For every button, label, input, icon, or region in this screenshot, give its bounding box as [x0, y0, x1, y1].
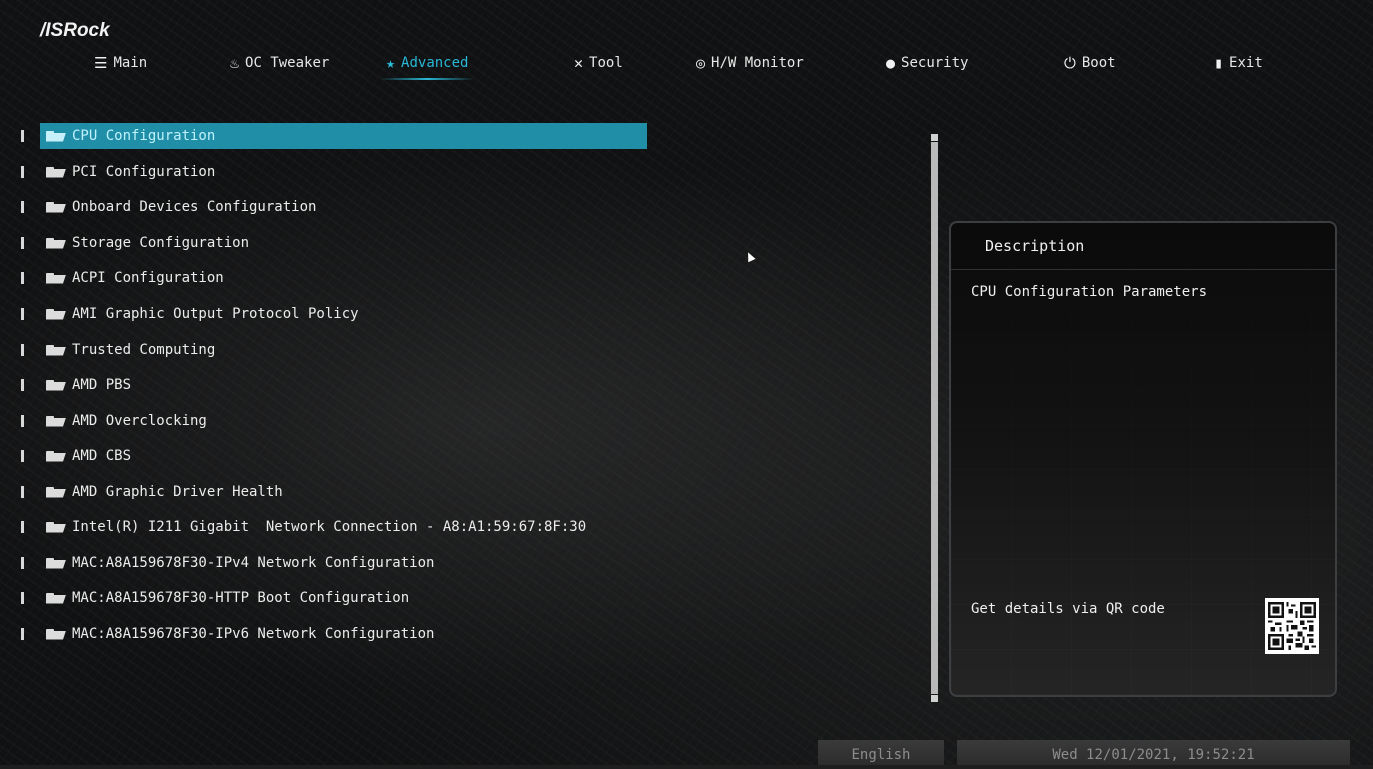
- bottom-border: [0, 765, 1373, 769]
- tab-label: Exit: [1229, 55, 1263, 71]
- folder-icon: [46, 557, 66, 569]
- folder-icon: [46, 379, 66, 391]
- item-marker: [21, 130, 24, 142]
- menu-item-label: Storage Configuration: [72, 235, 250, 251]
- menu-item-label: CPU Configuration: [72, 128, 216, 144]
- item-marker: [21, 557, 24, 569]
- qr-code-caption: Get details via QR code: [971, 601, 1165, 617]
- folder-icon: [46, 450, 66, 462]
- menu-item-label: Onboard Devices Configuration: [72, 199, 317, 215]
- menu-item-ipv4-network-configuration[interactable]: MAC:A8A159678F30-IPv4 Network Configurat…: [0, 549, 660, 577]
- asrock-logo: /ISRock: [40, 20, 110, 41]
- folder-icon: [46, 592, 66, 604]
- menu-scrollbar[interactable]: [929, 134, 939, 702]
- tab-tool[interactable]: ✕ Tool: [574, 54, 623, 72]
- tab-label: Security: [901, 55, 969, 71]
- qr-code-icon[interactable]: [1265, 598, 1319, 654]
- menu-item-ami-gop-policy[interactable]: AMI Graphic Output Protocol Policy: [0, 300, 660, 328]
- item-marker: [21, 379, 24, 391]
- menu-item-onboard-devices[interactable]: Onboard Devices Configuration: [0, 193, 660, 221]
- item-marker: [21, 166, 24, 178]
- menu-item-amd-cbs[interactable]: AMD CBS: [0, 442, 660, 470]
- tab-boot[interactable]: ⏻ Boot: [1064, 54, 1116, 72]
- menu-item-label: AMI Graphic Output Protocol Policy: [72, 306, 359, 322]
- item-marker: [21, 237, 24, 249]
- item-marker: [21, 450, 24, 462]
- tab-security[interactable]: ● Security: [886, 54, 968, 72]
- description-text: CPU Configuration Parameters: [971, 284, 1208, 300]
- menu-item-intel-i211-network[interactable]: Intel(R) I211 Gigabit Network Connection…: [0, 513, 660, 541]
- folder-icon: [46, 415, 66, 427]
- shield-icon: ●: [886, 54, 896, 72]
- folder-icon: [46, 344, 66, 356]
- item-marker: [21, 344, 24, 356]
- menu-item-acpi-configuration[interactable]: ACPI Configuration: [0, 264, 660, 292]
- folder-icon: [46, 308, 66, 320]
- menu-item-label: Intel(R) I211 Gigabit Network Connection…: [72, 519, 587, 535]
- tab-label: Advanced: [401, 55, 469, 71]
- monitor-icon: ◎: [696, 54, 706, 72]
- folder-icon: [46, 521, 66, 533]
- menu-item-label: AMD CBS: [72, 448, 132, 464]
- top-tab-bar: ☰ Main ♨ OC Tweaker ★ Advanced ✕ Tool ◎ …: [44, 50, 1334, 80]
- tab-advanced[interactable]: ★ Advanced: [379, 54, 475, 80]
- tab-oc-tweaker[interactable]: ♨ OC Tweaker: [230, 54, 329, 72]
- menu-item-label: PCI Configuration: [72, 164, 216, 180]
- tab-label: H/W Monitor: [711, 55, 804, 71]
- menu-item-label: MAC:A8A159678F30-IPv6 Network Configurat…: [72, 626, 435, 642]
- item-marker: [21, 628, 24, 640]
- menu-item-label: AMD Overclocking: [72, 413, 207, 429]
- menu-item-label: Trusted Computing: [72, 342, 216, 358]
- menu-item-http-boot-configuration[interactable]: MAC:A8A159678F30-HTTP Boot Configuration: [0, 584, 660, 612]
- exit-icon: ▮: [1214, 54, 1224, 72]
- item-marker: [21, 415, 24, 427]
- menu-item-label: MAC:A8A159678F30-IPv4 Network Configurat…: [72, 555, 435, 571]
- tab-exit[interactable]: ▮ Exit: [1214, 54, 1263, 72]
- item-marker: [21, 308, 24, 320]
- folder-icon: [46, 237, 66, 249]
- description-panel: Description CPU Configuration Parameters…: [949, 221, 1337, 697]
- tab-hw-monitor[interactable]: ◎ H/W Monitor: [696, 54, 804, 72]
- item-marker: [21, 486, 24, 498]
- power-icon: ⏻: [1064, 54, 1076, 72]
- menu-item-storage-configuration[interactable]: Storage Configuration: [0, 229, 660, 257]
- folder-icon: [46, 130, 66, 142]
- folder-icon: [46, 166, 66, 178]
- list-icon: ☰: [94, 54, 108, 72]
- menu-item-pci-configuration[interactable]: PCI Configuration: [0, 158, 660, 186]
- menu-item-label: AMD PBS: [72, 377, 132, 393]
- menu-item-ipv6-network-configuration[interactable]: MAC:A8A159678F30-IPv6 Network Configurat…: [0, 620, 660, 648]
- menu-item-label: AMD Graphic Driver Health: [72, 484, 283, 500]
- item-marker: [21, 272, 24, 284]
- scroll-down-arrow-icon[interactable]: [931, 695, 938, 702]
- menu-item-amd-overclocking[interactable]: AMD Overclocking: [0, 407, 660, 435]
- folder-icon: [46, 272, 66, 284]
- menu-item-label: MAC:A8A159678F30-HTTP Boot Configuration: [72, 590, 410, 606]
- item-marker: [21, 592, 24, 604]
- menu-item-label: ACPI Configuration: [72, 270, 224, 286]
- flame-icon: ♨: [230, 54, 240, 72]
- tab-label: OC Tweaker: [245, 55, 330, 71]
- folder-icon: [46, 486, 66, 498]
- menu-item-amd-graphic-driver-health[interactable]: AMD Graphic Driver Health: [0, 478, 660, 506]
- tab-label: Boot: [1081, 55, 1116, 71]
- tab-label: Tool: [589, 55, 623, 71]
- folder-icon: [46, 628, 66, 640]
- tab-label: Main: [113, 55, 148, 71]
- wrench-icon: ✕: [574, 54, 584, 72]
- menu-item-amd-pbs[interactable]: AMD PBS: [0, 371, 660, 399]
- folder-icon: [46, 201, 66, 213]
- menu-item-trusted-computing[interactable]: Trusted Computing: [0, 336, 660, 364]
- scrollbar-thumb[interactable]: [931, 142, 938, 694]
- item-marker: [21, 201, 24, 213]
- tab-main[interactable]: ☰ Main: [94, 54, 147, 72]
- menu-item-cpu-configuration[interactable]: CPU Configuration: [0, 122, 660, 150]
- description-heading: Description: [951, 223, 1335, 270]
- item-marker: [21, 521, 24, 533]
- star-icon: ★: [386, 54, 396, 72]
- scroll-up-arrow-icon[interactable]: [931, 134, 938, 141]
